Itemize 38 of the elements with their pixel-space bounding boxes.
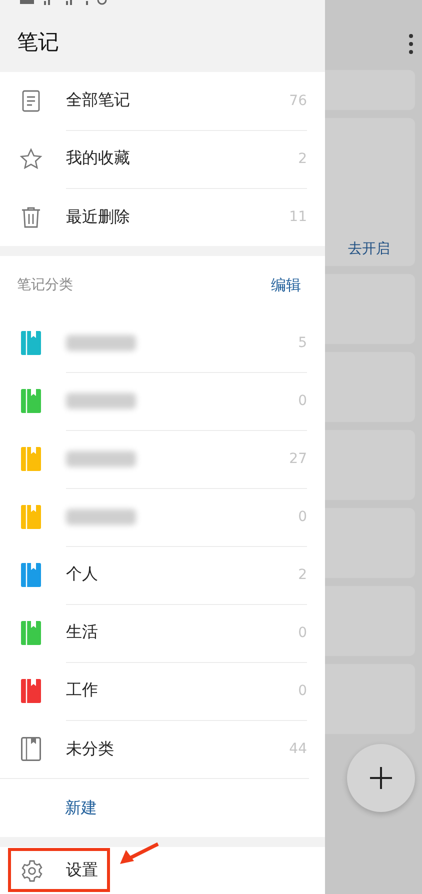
notebook-icon <box>21 737 41 761</box>
note-count: 5 <box>298 334 307 350</box>
note-count: 76 <box>289 92 307 108</box>
menu-label: 最近删除 <box>66 206 130 228</box>
settings-icon <box>20 858 44 882</box>
note-count: 2 <box>298 566 307 582</box>
category-item[interactable]: 生活 0 <box>0 604 325 662</box>
category-item[interactable]: 个人 2 <box>0 546 325 604</box>
category-label: 生活 <box>66 622 98 643</box>
category-label: 工作 <box>66 680 98 701</box>
category-item[interactable]: 未分类 44 <box>0 720 325 778</box>
note-count: 0 <box>298 624 307 640</box>
category-label: 未分类 <box>66 738 114 760</box>
note-count: 44 <box>289 741 307 757</box>
menu-label: 我的收藏 <box>66 148 130 169</box>
category-label: 个人 <box>66 564 98 585</box>
enable-link[interactable]: 去开启 <box>348 240 390 258</box>
trash-icon <box>19 205 43 229</box>
menu-label: 全部笔记 <box>66 90 130 111</box>
note-count: 0 <box>298 682 307 698</box>
annotation-arrow <box>120 842 160 866</box>
menu-item[interactable]: 我的收藏 2 <box>0 130 325 188</box>
note-count: 2 <box>298 150 307 166</box>
star-icon <box>19 147 43 171</box>
settings-label: 设置 <box>66 860 98 881</box>
note-count: 0 <box>298 508 307 524</box>
section-title: 笔记分类 <box>17 276 73 294</box>
settings-item[interactable]: 设置 <box>8 850 111 892</box>
note-count: 0 <box>298 392 307 408</box>
drawer-title: 笔记 <box>17 29 59 56</box>
category-item[interactable]: 工作 0 <box>0 662 325 720</box>
menu-item[interactable]: 最近删除 11 <box>0 188 325 246</box>
note-count: 27 <box>289 450 307 466</box>
new-category-link[interactable]: 新建 <box>65 798 97 818</box>
plus-icon <box>370 767 392 789</box>
edit-link[interactable]: 编辑 <box>271 276 301 294</box>
menu-item[interactable]: 全部笔记 76 <box>0 72 325 130</box>
note-count: 11 <box>289 209 307 225</box>
